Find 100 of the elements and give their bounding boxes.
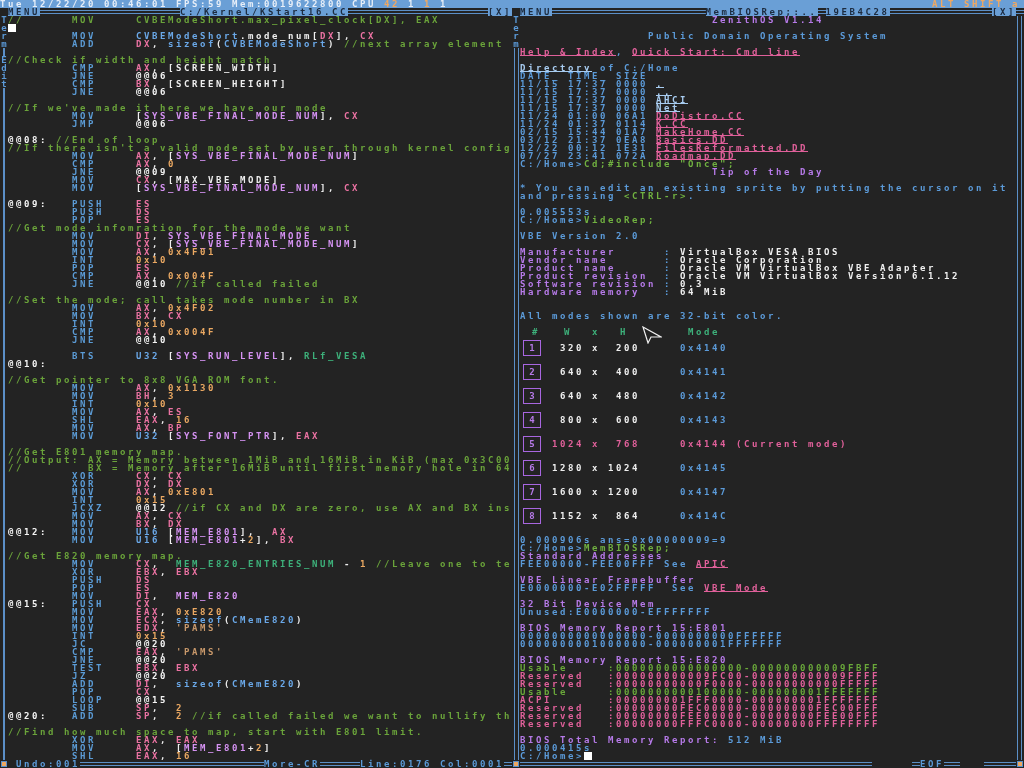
mode-height: 768	[615, 440, 640, 448]
instruction: JZ	[72, 672, 89, 680]
operands: CX, [MAX_VBE_MODE]	[136, 176, 280, 184]
fps-counter: FPS:59	[175, 0, 224, 8]
file-link[interactable]: Basics.DD	[656, 136, 728, 144]
instruction: CMP	[72, 80, 97, 88]
mode-code: 0x4140	[680, 344, 728, 352]
operands: AX, 0xE801	[136, 488, 216, 496]
menu-button[interactable]: MENU	[8, 8, 40, 16]
file-link[interactable]: MakeHome.CC	[656, 128, 744, 136]
file-size: 1E31	[616, 144, 648, 152]
file-time: 23:41	[568, 152, 608, 160]
clock: Tue 12/22/20 00:46:01	[0, 0, 168, 8]
side-tab[interactable]: Term	[0, 16, 8, 48]
file-link[interactable]: ..	[656, 88, 672, 96]
side-tab[interactable]: Edit	[0, 56, 8, 88]
field-value: Oracle VM VirtualBox VBE Adapter	[680, 264, 936, 272]
instruction: POP	[72, 584, 96, 592]
operands: 0x15	[136, 632, 168, 640]
code-line: //Get E820 memory map.	[8, 552, 184, 560]
console-line: and pressing <CTRL-r>.	[520, 192, 696, 200]
instruction: MOV	[72, 304, 96, 312]
mode-number[interactable]: 7	[523, 484, 541, 500]
mode-height: 480	[615, 392, 640, 400]
console-line: Standard Addresses	[520, 552, 664, 560]
mode-number[interactable]: 6	[523, 460, 541, 476]
instruction: PUSH	[72, 576, 105, 584]
mode-height: 1200	[608, 488, 640, 496]
mode-number[interactable]: 4	[523, 412, 541, 428]
code-line: //Get mode infomration for the mode we want	[8, 224, 352, 232]
file-link[interactable]: .	[656, 80, 664, 88]
operands: DS	[136, 576, 152, 584]
operands: EAX, 16	[136, 416, 192, 424]
mode-number[interactable]: 1	[523, 340, 541, 356]
operands: AX, CX	[136, 512, 184, 520]
instruction: MOV	[72, 432, 97, 440]
file-size: 0000	[616, 80, 648, 88]
instruction: JNE	[72, 656, 97, 664]
instruction: PUSH	[72, 600, 105, 608]
mode-height: 864	[615, 512, 640, 520]
close-button[interactable]: [X]	[992, 8, 1016, 16]
mode-code: 0x4145	[680, 464, 728, 472]
memory-range: 000000000009FC00-000000000009FFFF	[616, 672, 880, 680]
operands: CX	[136, 688, 152, 696]
memory-type: Reserved	[520, 672, 585, 680]
operands: @@10	[136, 336, 168, 344]
memory-type: Usable	[520, 688, 568, 696]
instruction: MOV	[72, 488, 97, 496]
console-line: E0000000-E02FFFFF See VBE Mode	[520, 584, 768, 592]
resize-handle[interactable]	[1017, 761, 1023, 767]
operands: AX, 0x4F01	[136, 248, 216, 256]
instruction: MOV	[72, 520, 97, 528]
mode-number[interactable]: 3	[523, 388, 541, 404]
resize-handle[interactable]	[513, 761, 519, 767]
code-line: // MOV CVBEModeShort.max_pixel_clock[DX], EAX	[8, 16, 440, 24]
menu-button[interactable]: MENU	[520, 8, 552, 16]
operands: AX, [MEM_E801+2]	[136, 744, 272, 752]
mode-height: 600	[615, 416, 640, 424]
operands: EAX, EAX	[136, 736, 200, 744]
close-button[interactable]: [X]	[488, 8, 512, 16]
operands: EAX, 'PAMS'	[136, 648, 224, 656]
file-link[interactable]: FilesReformatted.DD	[656, 144, 808, 152]
mode-number[interactable]: 8	[523, 508, 541, 524]
times-sign: x	[591, 488, 601, 496]
memory-range: 00000000FEE00000-00000000FEE00FFF	[616, 712, 880, 720]
operands: DS	[136, 208, 152, 216]
cpu-load: 1	[439, 0, 448, 8]
console-line: 32 Bit Device Mem	[520, 600, 656, 608]
field-label: Software revision	[520, 280, 657, 288]
file-link[interactable]: AHCI	[656, 96, 688, 104]
link[interactable]: Quick Start: Cmd line	[632, 48, 800, 56]
link[interactable]: Help & Index	[520, 48, 616, 56]
times-sign: x	[591, 440, 601, 448]
file-link[interactable]: Net	[656, 104, 680, 112]
console-line: All modes shown are 32-bit color.	[520, 312, 784, 320]
mode-width: 1600	[552, 488, 584, 496]
file-date: 11/15	[520, 88, 560, 96]
field-separator: :	[608, 680, 616, 688]
mode-width: 800	[559, 416, 584, 424]
operands: [SYS_VBE_FINAL_MODE_NUM], CX	[136, 184, 360, 192]
code-line: //Find how much space to map, start with E801 limit.	[8, 728, 424, 736]
console-line: DATE_ TIME_ SIZE	[520, 72, 648, 80]
resize-handle[interactable]	[1, 761, 7, 767]
file-link[interactable]: DoDistro.CC	[656, 112, 744, 120]
mode-number[interactable]: 2	[523, 364, 541, 380]
instruction: MOV	[72, 424, 97, 432]
operands: @@20	[136, 672, 168, 680]
link[interactable]: APIC	[695, 560, 728, 568]
mode-code: 0x4143	[680, 416, 728, 424]
link[interactable]: Directory	[520, 64, 592, 72]
file-link[interactable]: Roadmap.DD	[656, 152, 736, 160]
field-label: Hardware memory	[520, 288, 641, 296]
link[interactable]: VBE Mode	[703, 584, 768, 592]
instruction: POP	[72, 216, 96, 224]
operands: @@09	[136, 168, 168, 176]
operands: SP, 2	[136, 704, 184, 712]
file-link[interactable]: K.CC	[656, 120, 688, 128]
mode-number[interactable]: 5	[523, 436, 541, 452]
side-tab[interactable]: Term	[512, 16, 520, 48]
field-value: VirtualBox VESA BIOS	[680, 248, 840, 256]
